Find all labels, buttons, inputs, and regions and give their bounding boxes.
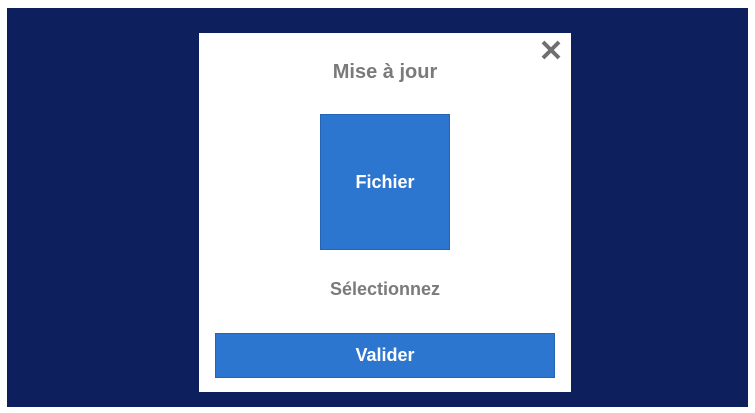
- validate-button-label: Valider: [355, 345, 415, 365]
- selection-status-text: Sélectionnez: [329, 279, 441, 299]
- dialog-title: Mise à jour: [332, 61, 438, 83]
- file-select-button[interactable]: Fichier: [320, 114, 450, 250]
- validate-button[interactable]: Valider: [215, 333, 555, 378]
- close-button[interactable]: [537, 36, 565, 64]
- close-icon: [541, 40, 561, 60]
- file-select-label: Fichier: [355, 171, 415, 192]
- update-dialog: Mise à jour Fichier Sélectionnez Valider: [199, 33, 571, 392]
